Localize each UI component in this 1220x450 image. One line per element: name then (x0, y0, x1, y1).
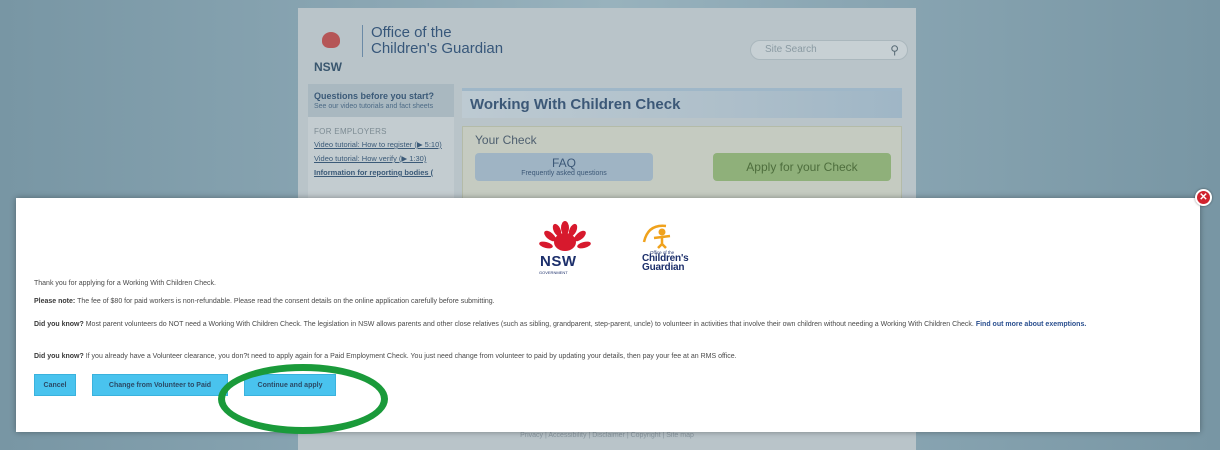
questions-subtitle: See our video tutorials and fact sheets (314, 103, 434, 110)
site-search-input[interactable]: Site Search ⚲ (750, 40, 908, 60)
waratah-icon (539, 221, 591, 251)
dyk1-label: Did you know? (34, 321, 84, 328)
faq-label: FAQ (551, 156, 576, 170)
agency-line-1: Office of the (371, 24, 452, 41)
waratah-icon: NSW (314, 30, 348, 74)
faq-button[interactable]: FAQ Frequently asked questions (475, 153, 653, 181)
childrens-guardian-logo: Office of the Children's Guardian (624, 220, 704, 276)
note-label: Please note: (34, 298, 76, 305)
dyk1-text: Most parent volunteers do NOT need a Wor… (83, 321, 976, 328)
guardian-logo-line-2: Guardian (642, 262, 685, 273)
exemptions-link[interactable]: Find out more about exemptions. (976, 321, 1086, 328)
questions-title: Questions before you start? (314, 91, 435, 101)
your-check-panel: Your Check FAQ Frequently asked question… (462, 126, 902, 206)
nsw-logo-subtext: GOVERNMENT (539, 270, 568, 275)
modal-did-you-know-2: Did you know? If you already have a Volu… (34, 352, 1184, 361)
agency-name: Office of the Children's Guardian (362, 25, 503, 57)
faq-subtitle: Frequently asked questions (521, 170, 607, 177)
dyk2-label: Did you know? (34, 353, 84, 360)
search-icon[interactable]: ⚲ (890, 43, 899, 57)
bg-nsw-text: NSW (314, 60, 342, 74)
page-title: Working With Children Check (470, 96, 681, 113)
site-logo: NSW Office of the Children's Guardian (312, 18, 503, 75)
sidebar: Questions before you start? See our vide… (308, 84, 454, 204)
site-search-placeholder: Site Search (765, 44, 817, 55)
apply-for-check-button[interactable]: Apply for your Check (713, 153, 891, 181)
application-modal: NSW GOVERNMENT Office of the Children's … (16, 198, 1200, 432)
highlight-circle (218, 364, 388, 434)
modal-intro: Thank you for applying for a Working Wit… (34, 280, 216, 287)
cancel-button[interactable]: Cancel (34, 374, 76, 396)
modal-did-you-know-1: Did you know? Most parent volunteers do … (34, 320, 1184, 329)
page-title-banner: Working With Children Check (462, 88, 902, 118)
your-check-heading: Your Check (475, 133, 537, 147)
dyk2-text: If you already have a Volunteer clearanc… (83, 353, 737, 360)
footer-links[interactable]: Privacy | Accessibility | Disclaimer | C… (298, 432, 916, 439)
note-text: The fee of $80 for paid workers is non-r… (75, 298, 495, 305)
change-to-paid-button[interactable]: Change from Volunteer to Paid (92, 374, 228, 396)
modal-note: Please note: The fee of $80 for paid wor… (34, 297, 1184, 306)
nsw-government-logo: NSW GOVERNMENT (536, 220, 594, 276)
close-icon[interactable]: ✕ (1195, 189, 1212, 206)
questions-box[interactable]: Questions before you start? See our vide… (308, 84, 454, 117)
modal-logos: NSW GOVERNMENT Office of the Children's … (536, 220, 716, 276)
guardian-figure-icon (642, 224, 671, 249)
sidebar-link-reporting-bodies[interactable]: Information for reporting bodies ( (314, 168, 448, 178)
agency-line-2: Children's Guardian (371, 40, 504, 57)
sidebar-link-register-video[interactable]: Video tutorial: How to register (▶ 5:10) (314, 140, 448, 150)
nsw-logo-text: NSW (540, 253, 577, 270)
sidebar-link-verify-video[interactable]: Video tutorial: How verify (▶ 1:30) (314, 154, 448, 164)
guardian-logo-text: Children's Guardian (642, 254, 689, 273)
for-employers-label: FOR EMPLOYERS (314, 127, 387, 136)
